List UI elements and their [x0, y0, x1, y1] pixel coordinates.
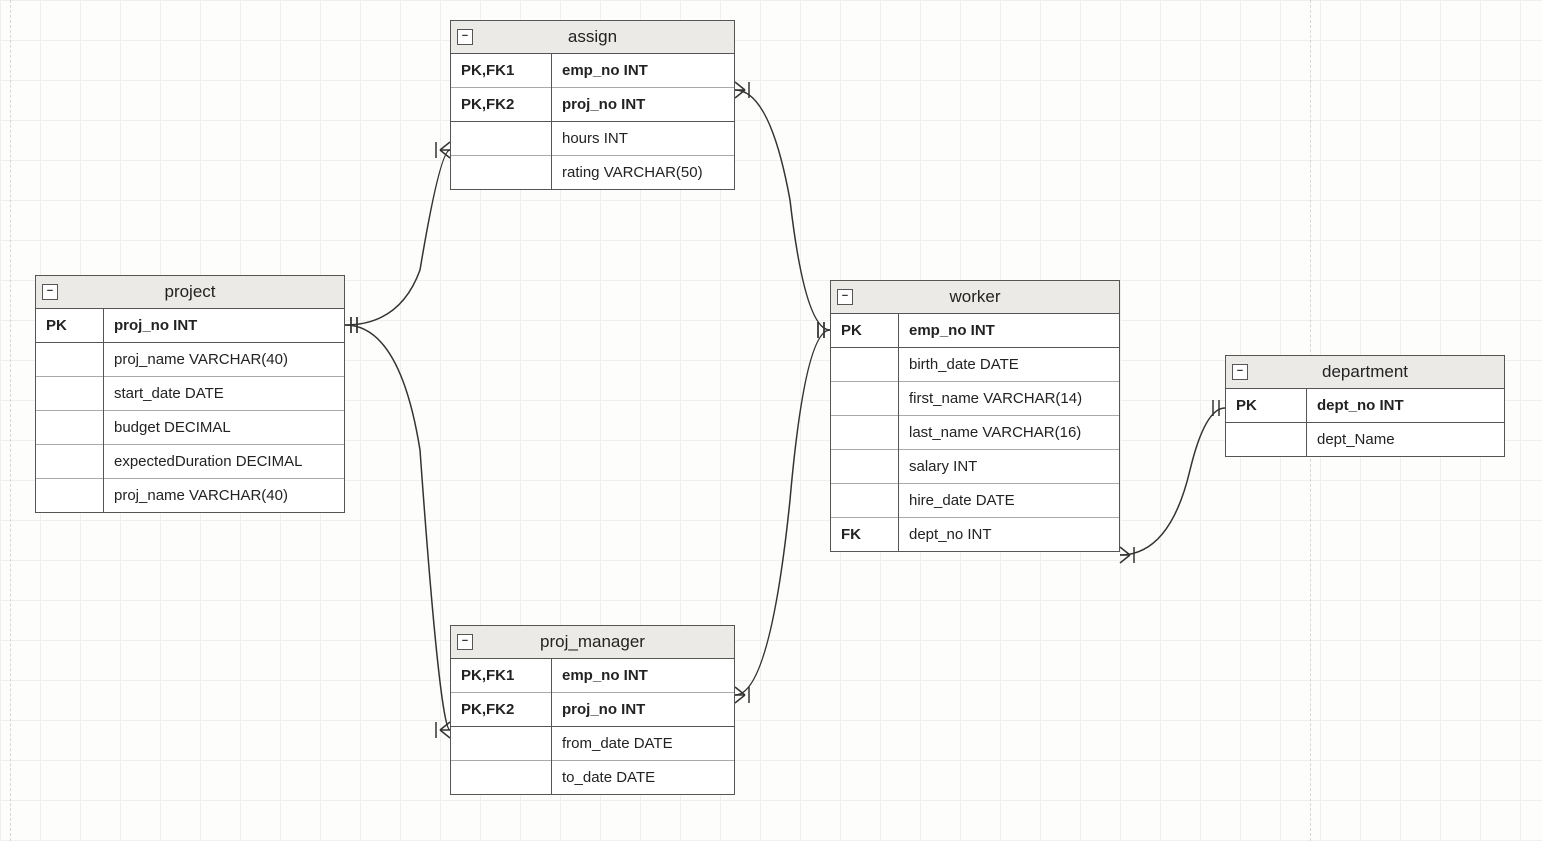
column-cell: salary INT: [899, 450, 1120, 484]
key-cell: [451, 156, 552, 190]
entity-title: project: [164, 282, 215, 301]
key-cell: [451, 761, 552, 795]
table-row[interactable]: salary INT: [831, 450, 1119, 484]
key-cell: [36, 343, 104, 377]
column-cell: expectedDuration DECIMAL: [104, 445, 345, 479]
table-row[interactable]: PKproj_no INT: [36, 309, 344, 343]
column-cell: proj_name VARCHAR(40): [104, 479, 345, 513]
column-cell: hours INT: [552, 122, 735, 156]
table-row[interactable]: PK,FK1emp_no INT: [451, 659, 734, 693]
entity-title: department: [1322, 362, 1408, 381]
table-row[interactable]: first_name VARCHAR(14): [831, 382, 1119, 416]
entity-proj_manager[interactable]: − proj_manager PK,FK1emp_no INTPK,FK2proj_…: [450, 625, 735, 795]
entity-header[interactable]: − department: [1226, 356, 1504, 389]
collapse-icon[interactable]: −: [837, 289, 853, 305]
key-cell: [451, 727, 552, 761]
key-cell: [831, 450, 899, 484]
column-cell: to_date DATE: [552, 761, 735, 795]
entity-header[interactable]: − proj_manager: [451, 626, 734, 659]
table-row[interactable]: PKemp_no INT: [831, 314, 1119, 348]
column-cell: from_date DATE: [552, 727, 735, 761]
key-cell: PK: [1226, 389, 1307, 423]
entity-assign[interactable]: − assign PK,FK1emp_no INTPK,FK2proj_no INT…: [450, 20, 735, 190]
entity-project[interactable]: −projectPKproj_no INTproj_name VARCHAR(4…: [35, 275, 345, 513]
key-cell: PK,FK1: [451, 54, 552, 88]
collapse-icon[interactable]: −: [42, 284, 58, 300]
key-cell: [451, 122, 552, 156]
column-cell: rating VARCHAR(50): [552, 156, 735, 190]
table-row[interactable]: PK,FK2proj_no INT: [451, 693, 734, 727]
collapse-icon[interactable]: −: [457, 634, 473, 650]
table-row[interactable]: hire_date DATE: [831, 484, 1119, 518]
table-row[interactable]: PKdept_no INT: [1226, 389, 1504, 423]
key-cell: [831, 348, 899, 382]
table-row[interactable]: hours INT: [451, 122, 734, 156]
column-cell: dept_no INT: [899, 518, 1120, 552]
key-cell: [1226, 423, 1307, 457]
key-cell: [36, 445, 104, 479]
column-cell: hire_date DATE: [899, 484, 1120, 518]
entity-title: proj_manager: [540, 632, 645, 651]
table-row[interactable]: birth_date DATE: [831, 348, 1119, 382]
table-row[interactable]: last_name VARCHAR(16): [831, 416, 1119, 450]
table-row[interactable]: budget DECIMAL: [36, 411, 344, 445]
key-cell: [831, 416, 899, 450]
table-row[interactable]: dept_Name: [1226, 423, 1504, 457]
key-cell: PK,FK2: [451, 88, 552, 122]
entity-worker[interactable]: − worker PKemp_no INTbirth_date DATEfirst_…: [830, 280, 1120, 552]
key-cell: [831, 484, 899, 518]
table-row[interactable]: proj_name VARCHAR(40): [36, 479, 344, 513]
key-cell: [36, 377, 104, 411]
column-cell: emp_no INT: [899, 314, 1120, 348]
entity-title: worker: [949, 287, 1000, 306]
entity-header[interactable]: − assign: [451, 21, 734, 54]
column-cell: budget DECIMAL: [104, 411, 345, 445]
column-cell: proj_no INT: [104, 309, 345, 343]
table-row[interactable]: PK,FK1emp_no INT: [451, 54, 734, 88]
key-cell: FK: [831, 518, 899, 552]
column-cell: emp_no INT: [552, 659, 735, 693]
key-cell: PK: [831, 314, 899, 348]
column-cell: emp_no INT: [552, 54, 735, 88]
column-cell: first_name VARCHAR(14): [899, 382, 1120, 416]
table-row[interactable]: start_date DATE: [36, 377, 344, 411]
entity-department[interactable]: − department PKdept_no INTdept_Name: [1225, 355, 1505, 457]
key-cell: PK,FK1: [451, 659, 552, 693]
table-row[interactable]: to_date DATE: [451, 761, 734, 795]
column-cell: dept_Name: [1307, 423, 1505, 457]
column-cell: last_name VARCHAR(16): [899, 416, 1120, 450]
entity-title: assign: [568, 27, 617, 46]
column-cell: birth_date DATE: [899, 348, 1120, 382]
column-cell: proj_no INT: [552, 693, 735, 727]
column-cell: start_date DATE: [104, 377, 345, 411]
table-row[interactable]: from_date DATE: [451, 727, 734, 761]
guide-line-left: [10, 0, 11, 841]
table-row[interactable]: FKdept_no INT: [831, 518, 1119, 552]
key-cell: [36, 479, 104, 513]
table-row[interactable]: rating VARCHAR(50): [451, 156, 734, 190]
table-row[interactable]: proj_name VARCHAR(40): [36, 343, 344, 377]
table-row[interactable]: PK,FK2proj_no INT: [451, 88, 734, 122]
collapse-icon[interactable]: −: [1232, 364, 1248, 380]
column-cell: proj_no INT: [552, 88, 735, 122]
table-row[interactable]: expectedDuration DECIMAL: [36, 445, 344, 479]
key-cell: PK,FK2: [451, 693, 552, 727]
column-cell: dept_no INT: [1307, 389, 1505, 423]
column-cell: proj_name VARCHAR(40): [104, 343, 345, 377]
entity-header[interactable]: − worker: [831, 281, 1119, 314]
collapse-icon[interactable]: −: [457, 29, 473, 45]
key-cell: [831, 382, 899, 416]
key-cell: [36, 411, 104, 445]
key-cell: PK: [36, 309, 104, 343]
entity-header[interactable]: − project: [36, 276, 344, 309]
